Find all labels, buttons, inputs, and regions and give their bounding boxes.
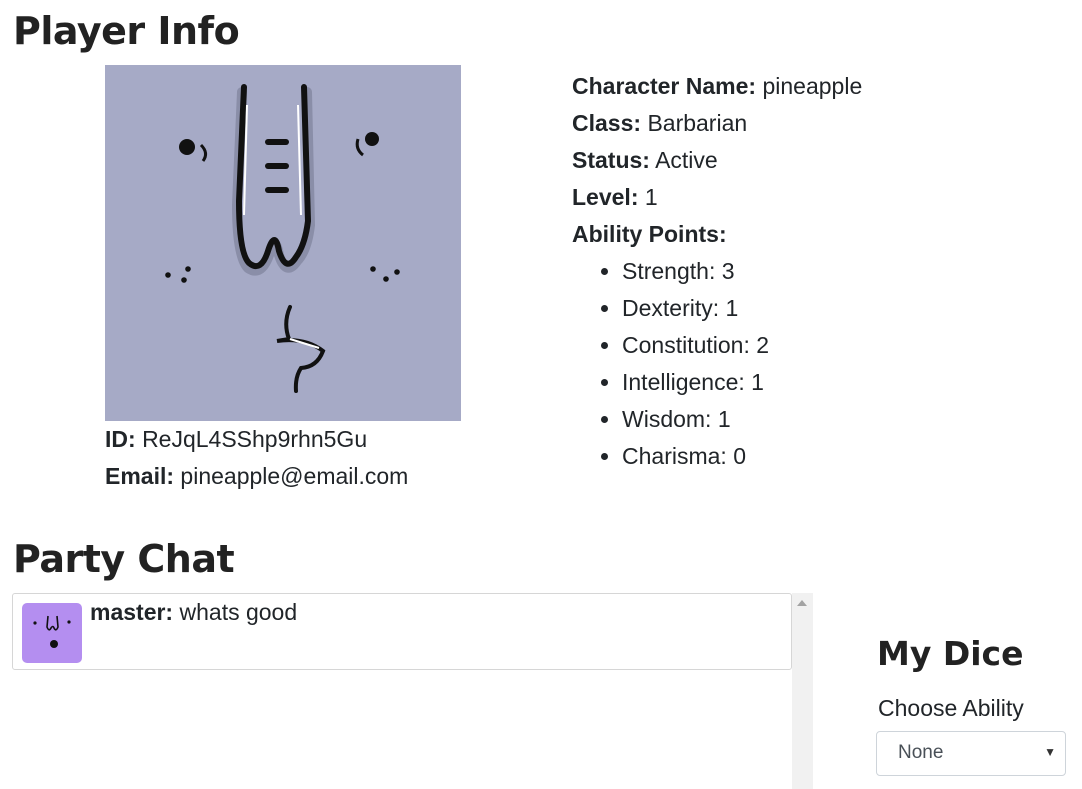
class-row: Class: Barbarian xyxy=(572,107,862,144)
player-id: ID: ReJqL4SShp9rhn5Gu xyxy=(105,424,367,454)
class-label: Class: xyxy=(572,110,642,136)
character-name-label: Character Name: xyxy=(572,73,757,99)
list-item: Strength: 3 xyxy=(622,255,862,292)
player-avatar xyxy=(105,65,461,421)
level-value: 1 xyxy=(644,184,658,210)
list-item: Constitution: 2 xyxy=(622,329,862,366)
status-label: Status: xyxy=(572,147,650,173)
list-item: Intelligence: 1 xyxy=(622,366,862,403)
chat-scrollbar[interactable] xyxy=(792,593,813,789)
player-id-value: ReJqL4SShp9rhn5Gu xyxy=(142,426,368,452)
class-value: Barbarian xyxy=(647,110,748,136)
player-email-value: pineapple@email.com xyxy=(180,463,409,489)
list-item: Charisma: 0 xyxy=(622,440,862,477)
avatar xyxy=(22,603,82,663)
robot-face-icon xyxy=(165,84,400,393)
my-dice-heading: My Dice xyxy=(877,634,1024,673)
level-label: Level: xyxy=(572,184,639,210)
scroll-up-icon[interactable] xyxy=(797,600,807,606)
chat-sender: master: xyxy=(90,599,174,625)
player-info-heading: Player Info xyxy=(13,9,240,53)
character-info: Character Name: pineapple Class: Barbari… xyxy=(572,70,862,477)
character-name-value: pineapple xyxy=(762,73,863,99)
character-name-row: Character Name: pineapple xyxy=(572,70,862,107)
status-row: Status: Active xyxy=(572,144,862,181)
player-email: Email: pineapple@email.com xyxy=(105,461,408,491)
player-email-label: Email: xyxy=(105,463,175,489)
robot-face-icon xyxy=(33,615,71,648)
status-value: Active xyxy=(655,147,718,173)
level-row: Level: 1 xyxy=(572,181,862,218)
list-item: Wisdom: 1 xyxy=(622,403,862,440)
ability-points-row: Ability Points: xyxy=(572,218,862,255)
chat-message: master: whats good xyxy=(12,593,792,670)
chevron-down-icon: ▼ xyxy=(1044,745,1056,759)
choose-ability-label: Choose Ability xyxy=(878,695,1024,721)
chat-message-text: master: whats good xyxy=(90,598,297,626)
ability-list: Strength: 3 Dexterity: 1 Constitution: 2… xyxy=(572,255,862,477)
list-item: Dexterity: 1 xyxy=(622,292,862,329)
party-chat-heading: Party Chat xyxy=(13,537,235,581)
player-id-label: ID: xyxy=(105,426,136,452)
chat-body: whats good xyxy=(179,599,298,625)
ability-points-label: Ability Points: xyxy=(572,221,727,247)
ability-select[interactable]: None ▼ xyxy=(876,731,1066,776)
ability-select-value: None xyxy=(898,742,944,763)
